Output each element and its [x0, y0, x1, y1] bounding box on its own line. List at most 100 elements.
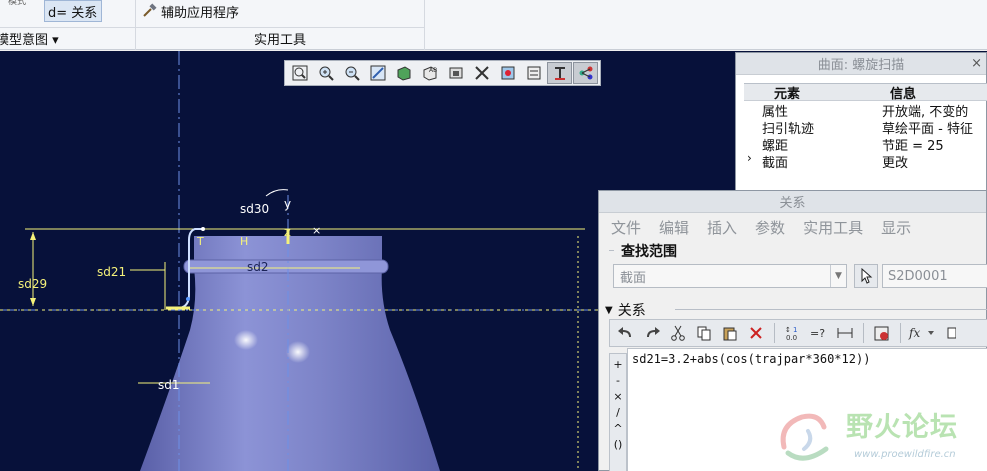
- power-operator[interactable]: ^: [613, 422, 622, 435]
- relations-label: d= 关系: [48, 5, 98, 21]
- spin-center-icon[interactable]: [495, 62, 520, 84]
- relation-line: sd21=3.2+abs(cos(trajpar*360*12)): [632, 352, 871, 366]
- paste-icon[interactable]: [718, 322, 742, 344]
- datum-display-icon[interactable]: [469, 62, 494, 84]
- select-pointer-button[interactable]: [854, 264, 878, 288]
- hammer-icon: [142, 3, 158, 19]
- forum-logo-icon: [780, 413, 829, 461]
- sort-relations-icon[interactable]: [833, 322, 857, 344]
- verify-icon[interactable]: [870, 322, 894, 344]
- ribbon-divider: [424, 0, 425, 50]
- relations-dialog-title: 关系: [779, 196, 806, 211]
- element-cell: 属性: [762, 105, 789, 118]
- ribbon: 模式 d= 关系 辅助应用程序 模型意图 ▾ 实用工具: [0, 0, 987, 50]
- toolbar-separator: [900, 323, 901, 343]
- utilities-group: 实用工具: [136, 27, 424, 49]
- toolbar-separator: [774, 323, 775, 343]
- column-header-element: 元素: [774, 86, 801, 102]
- relations-toolbar: ↕ 1 0.0 =? fx: [609, 319, 987, 347]
- constraint-label-h: H: [240, 235, 248, 248]
- show-dimension-icon[interactable]: ↕ 1 0.0: [781, 322, 805, 344]
- evaluate-icon[interactable]: =?: [807, 322, 831, 344]
- refit-icon[interactable]: [287, 62, 312, 84]
- menu-utilities[interactable]: 实用工具: [803, 217, 863, 238]
- table-row[interactable]: 属性 开放端, 不变的: [744, 101, 987, 118]
- relations-button[interactable]: d= 关系: [44, 0, 102, 22]
- info-cell: 开放端, 不变的: [882, 105, 969, 118]
- sketch-display-icon[interactable]: [547, 62, 572, 84]
- dim-label-sd21[interactable]: sd21: [97, 265, 126, 279]
- menu-insert[interactable]: 插入: [707, 217, 737, 238]
- display-style-icon[interactable]: [391, 62, 416, 84]
- menu-file[interactable]: 文件: [611, 217, 641, 238]
- feature-definition-panel: 曲面: 螺旋扫描 × 元素 信息 属性 开放端, 不变的 扫引轨迹 草绘平面 -…: [735, 52, 987, 192]
- relations-menubar: 文件 编辑 插入 参数 实用工具 显示: [599, 213, 986, 241]
- table-row[interactable]: › 截面 更改: [744, 152, 987, 169]
- model-intent-group[interactable]: 模型意图 ▾: [0, 27, 135, 49]
- divider: [609, 250, 614, 251]
- info-cell: 更改: [882, 156, 909, 169]
- constraint-label-t: T: [196, 235, 204, 248]
- bottle-ring: [183, 259, 389, 274]
- utilities-label: 实用工具: [253, 33, 306, 48]
- redo-icon[interactable]: [640, 322, 664, 344]
- view-toolbar: AB: [284, 60, 601, 86]
- plus-operator[interactable]: +: [613, 358, 622, 371]
- multiply-operator[interactable]: ×: [613, 390, 622, 403]
- svg-text:0.0: 0.0: [786, 334, 797, 342]
- axis-label-y: y: [284, 197, 291, 211]
- dim-label-sd29[interactable]: sd29: [18, 277, 47, 291]
- svg-text:×: ×: [312, 224, 321, 237]
- menu-parameters[interactable]: 参数: [755, 217, 785, 238]
- auxiliary-applications-button[interactable]: 辅助应用程序: [142, 0, 239, 22]
- constraint-label-z: Z: [284, 228, 291, 239]
- chevron-right-icon[interactable]: ›: [747, 152, 752, 165]
- ribbon-group-label: 模式: [8, 0, 27, 7]
- cut-icon[interactable]: [666, 322, 690, 344]
- cursor-arrow-icon: [861, 268, 873, 284]
- menu-edit[interactable]: 编辑: [659, 217, 689, 238]
- svg-text:↕: ↕: [785, 326, 791, 334]
- element-cell: 截面: [762, 156, 789, 169]
- column-header-info: 信息: [890, 86, 917, 101]
- more-icon[interactable]: [939, 322, 963, 344]
- info-cell: 草绘平面 - 特征: [882, 122, 973, 135]
- info-cell: 节距 = 25: [882, 139, 944, 152]
- function-icon[interactable]: fx: [907, 322, 937, 344]
- dim-label-sd1[interactable]: sd1: [158, 378, 180, 392]
- table-row[interactable]: 螺距 节距 = 25: [744, 135, 987, 152]
- annotation-display-icon[interactable]: [521, 62, 546, 84]
- divide-operator[interactable]: /: [616, 406, 620, 419]
- close-icon[interactable]: ×: [971, 56, 982, 71]
- delete-icon[interactable]: [744, 322, 768, 344]
- relations-section-header[interactable]: ▼ 关系: [605, 300, 646, 320]
- lookup-scope-value: 截面: [620, 270, 647, 286]
- dim-label-sd2[interactable]: sd2: [247, 260, 269, 274]
- watermark: 野火论坛 www.proewildfire.cn: [774, 405, 987, 471]
- view-manager-icon[interactable]: [443, 62, 468, 84]
- zoom-in-icon[interactable]: [313, 62, 338, 84]
- element-cell: 扫引轨迹: [762, 122, 815, 135]
- parentheses-operator[interactable]: (): [614, 438, 623, 451]
- highlight: [286, 341, 310, 363]
- svg-text:fx: fx: [908, 326, 920, 340]
- watermark-url: www.proewildfire.cn: [854, 449, 956, 460]
- repaint-icon[interactable]: [365, 62, 390, 84]
- operator-palette: + - × / ^ (): [609, 353, 627, 471]
- dim-label-sd30[interactable]: sd30: [240, 202, 269, 216]
- model-intent-label: 模型意图 ▾: [0, 33, 59, 48]
- table-row[interactable]: 扫引轨迹 草绘平面 - 特征: [744, 118, 987, 135]
- menu-display[interactable]: 显示: [881, 217, 911, 238]
- zoom-out-icon[interactable]: [339, 62, 364, 84]
- table-header: 元素 信息: [744, 84, 987, 102]
- saved-views-icon[interactable]: AB: [417, 62, 442, 84]
- lookup-scope-select[interactable]: 截面 ▼: [613, 264, 847, 288]
- highlight: [234, 330, 258, 350]
- minus-operator[interactable]: -: [616, 374, 620, 387]
- connect-icon[interactable]: [573, 62, 598, 84]
- undo-icon[interactable]: [614, 322, 638, 344]
- copy-icon[interactable]: [692, 322, 716, 344]
- section-id-field[interactable]: S2D0001: [882, 264, 987, 288]
- divider: [675, 309, 987, 310]
- element-cell: 螺距: [762, 139, 789, 152]
